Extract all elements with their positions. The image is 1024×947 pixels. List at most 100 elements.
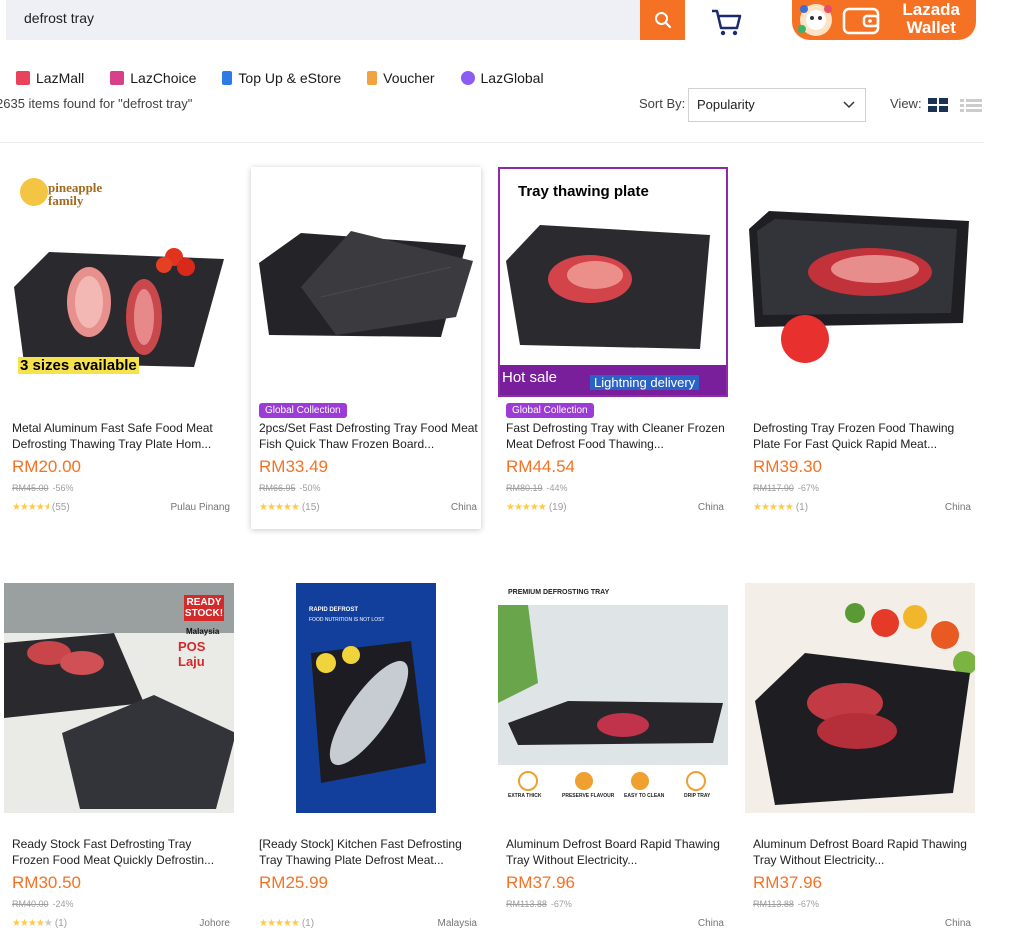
review-count: (1) xyxy=(795,502,809,513)
product-card[interactable]: RAPID DEFROST FOOD NUTRITION IS NOT LOST… xyxy=(251,583,481,945)
category-nav: LazMall LazChoice Top Up & eStore Vouche… xyxy=(0,70,544,86)
product-price: RM25.99 xyxy=(259,873,328,892)
product-location: China xyxy=(944,502,971,513)
lazchoice-icon xyxy=(110,71,125,85)
product-title[interactable]: 2pcs/Set Fast Defrosting Tray Food Meat … xyxy=(259,420,479,452)
product-price: RM37.96 xyxy=(506,873,575,892)
nav-lazglobal[interactable]: LazGlobal xyxy=(460,70,544,86)
cart-icon[interactable] xyxy=(710,6,744,38)
product-original-price: RM113.88 -67% xyxy=(506,899,572,909)
product-price: RM37.96 xyxy=(753,873,822,892)
list-view-icon[interactable] xyxy=(960,98,982,112)
product-title[interactable]: Ready Stock Fast Defrosting Tray Frozen … xyxy=(12,836,232,868)
product-location: China xyxy=(697,918,724,929)
review-count: (15) xyxy=(301,502,320,513)
product-title[interactable]: Aluminum Defrost Board Rapid Thawing Tra… xyxy=(753,836,973,868)
product-card[interactable]: Aluminum Defrost Board Rapid Thawing Tra… xyxy=(745,583,975,945)
product-image: Tray thawing plate Hot sale Lightning de… xyxy=(498,167,728,397)
view-label: View: xyxy=(890,96,922,111)
product-card[interactable]: Defrosting Tray Frozen Food Thawing Plat… xyxy=(745,167,975,529)
product-original-price: RM40.00 -24% xyxy=(12,899,74,909)
lightning-label: Lightning delivery xyxy=(590,375,700,390)
product-card[interactable]: PREMIUM DEFROSTING TRAY EXTRA THICK PRES… xyxy=(498,583,728,945)
product-image xyxy=(251,167,481,397)
product-price: RM30.50 xyxy=(12,873,81,892)
nav-voucher[interactable]: Voucher xyxy=(367,70,435,86)
sort-value: Popularity xyxy=(697,97,755,112)
search-input[interactable]: defrost tray xyxy=(24,10,94,26)
product-price: RM20.00 xyxy=(12,457,81,476)
mascot-icon xyxy=(798,4,832,36)
global-collection-badge: Global Collection xyxy=(506,403,594,418)
hot-sale-label: Hot sale xyxy=(502,369,558,386)
product-location: China xyxy=(944,918,971,929)
global-collection-badge: Global Collection xyxy=(259,403,347,418)
voucher-icon xyxy=(367,71,378,85)
feature-label: EXTRA THICK xyxy=(508,793,542,799)
divider xyxy=(0,142,984,143)
topup-icon xyxy=(222,71,233,85)
product-title[interactable]: Defrosting Tray Frozen Food Thawing Plat… xyxy=(753,420,973,452)
feature-label: PRESERVE FLAVOUR xyxy=(562,793,615,799)
product-location: Pulau Pinang xyxy=(170,502,231,513)
product-card[interactable]: Global Collection 2pcs/Set Fast Defrosti… xyxy=(251,167,481,529)
rating-stars: ★★★★★(55) xyxy=(12,502,70,513)
review-count: (19) xyxy=(548,502,567,513)
product-location: China xyxy=(450,502,477,513)
lazmall-icon xyxy=(16,71,30,85)
product-original-price: RM80.19 -44% xyxy=(506,483,568,493)
product-original-price: RM113.88 -67% xyxy=(753,899,819,909)
search-button[interactable] xyxy=(640,0,685,40)
product-original-price: RM117.90 -67% xyxy=(753,483,819,493)
rating-stars: ★★★★★ (15) xyxy=(259,502,320,513)
image-headline: RAPID DEFROST xyxy=(309,607,359,613)
product-title[interactable]: [Ready Stock] Kitchen Fast Defrosting Tr… xyxy=(259,836,479,868)
product-location: Johore xyxy=(199,918,230,929)
rating-stars: ★★★★★ (1) xyxy=(259,918,315,929)
image-subline: FOOD NUTRITION IS NOT LOST xyxy=(309,617,385,623)
image-title: Tray thawing plate xyxy=(518,183,649,200)
grid-view-icon[interactable] xyxy=(928,98,948,112)
product-image: pineapple family 3 sizes available xyxy=(4,167,234,397)
review-count: (55) xyxy=(51,502,70,513)
product-location: China xyxy=(697,502,724,513)
nav-lazchoice[interactable]: LazChoice xyxy=(110,70,196,86)
product-price: RM39.30 xyxy=(753,457,822,476)
rating-stars: ★★★★★ (1) xyxy=(753,502,809,513)
product-card[interactable]: Tray thawing plate Hot sale Lightning de… xyxy=(498,167,728,529)
feature-label: DRIP TRAY xyxy=(684,793,711,799)
brand-logo: pineapple family xyxy=(48,180,103,208)
product-image: RAPID DEFROST FOOD NUTRITION IS NOT LOST xyxy=(251,583,481,813)
rating-stars: ★★★★★ (1) xyxy=(12,918,68,929)
image-caption: 3 sizes available xyxy=(18,357,139,374)
ready-stock-badge: READY STOCK! xyxy=(184,595,224,621)
product-title[interactable]: Metal Aluminum Fast Safe Food Meat Defro… xyxy=(12,420,232,452)
review-count: (1) xyxy=(301,918,315,929)
product-image xyxy=(745,583,975,813)
sort-label: Sort By: xyxy=(639,96,686,111)
rating-stars: ★★★★★ (19) xyxy=(506,502,567,513)
product-title[interactable]: Fast Defrosting Tray with Cleaner Frozen… xyxy=(506,420,726,452)
product-card[interactable]: pineapple family 3 sizes available Metal… xyxy=(4,167,234,529)
product-location: Malaysia xyxy=(437,918,477,929)
search-bar[interactable]: defrost tray xyxy=(6,0,640,40)
feature-label: EASY TO CLEAN xyxy=(624,793,665,799)
chevron-down-icon xyxy=(843,101,855,109)
product-price: RM44.54 xyxy=(506,457,575,476)
product-title[interactable]: Aluminum Defrost Board Rapid Thawing Tra… xyxy=(506,836,726,868)
nav-topup[interactable]: Top Up & eStore xyxy=(222,70,341,86)
pos-laju-logo: POS Laju xyxy=(178,639,206,669)
lazglobal-icon xyxy=(460,71,475,85)
product-image: PREMIUM DEFROSTING TRAY EXTRA THICK PRES… xyxy=(498,583,728,813)
lazada-wallet-banner[interactable]: Lazada Wallet xyxy=(792,0,976,40)
product-original-price: RM45.00 -56% xyxy=(12,483,74,493)
product-image: READY STOCK! Malaysia POS Laju xyxy=(4,583,234,813)
nav-lazmall[interactable]: LazMall xyxy=(16,70,84,86)
product-card[interactable]: READY STOCK! Malaysia POS Laju Ready Sto… xyxy=(4,583,234,945)
product-original-price: RM66.95 -50% xyxy=(259,483,321,493)
image-title: PREMIUM DEFROSTING TRAY xyxy=(508,589,610,596)
wallet-label: Lazada Wallet xyxy=(902,0,960,37)
results-count: 2635 items found for "defrost tray" xyxy=(0,96,193,111)
product-price: RM33.49 xyxy=(259,457,328,476)
sort-dropdown[interactable]: Popularity xyxy=(688,88,866,122)
